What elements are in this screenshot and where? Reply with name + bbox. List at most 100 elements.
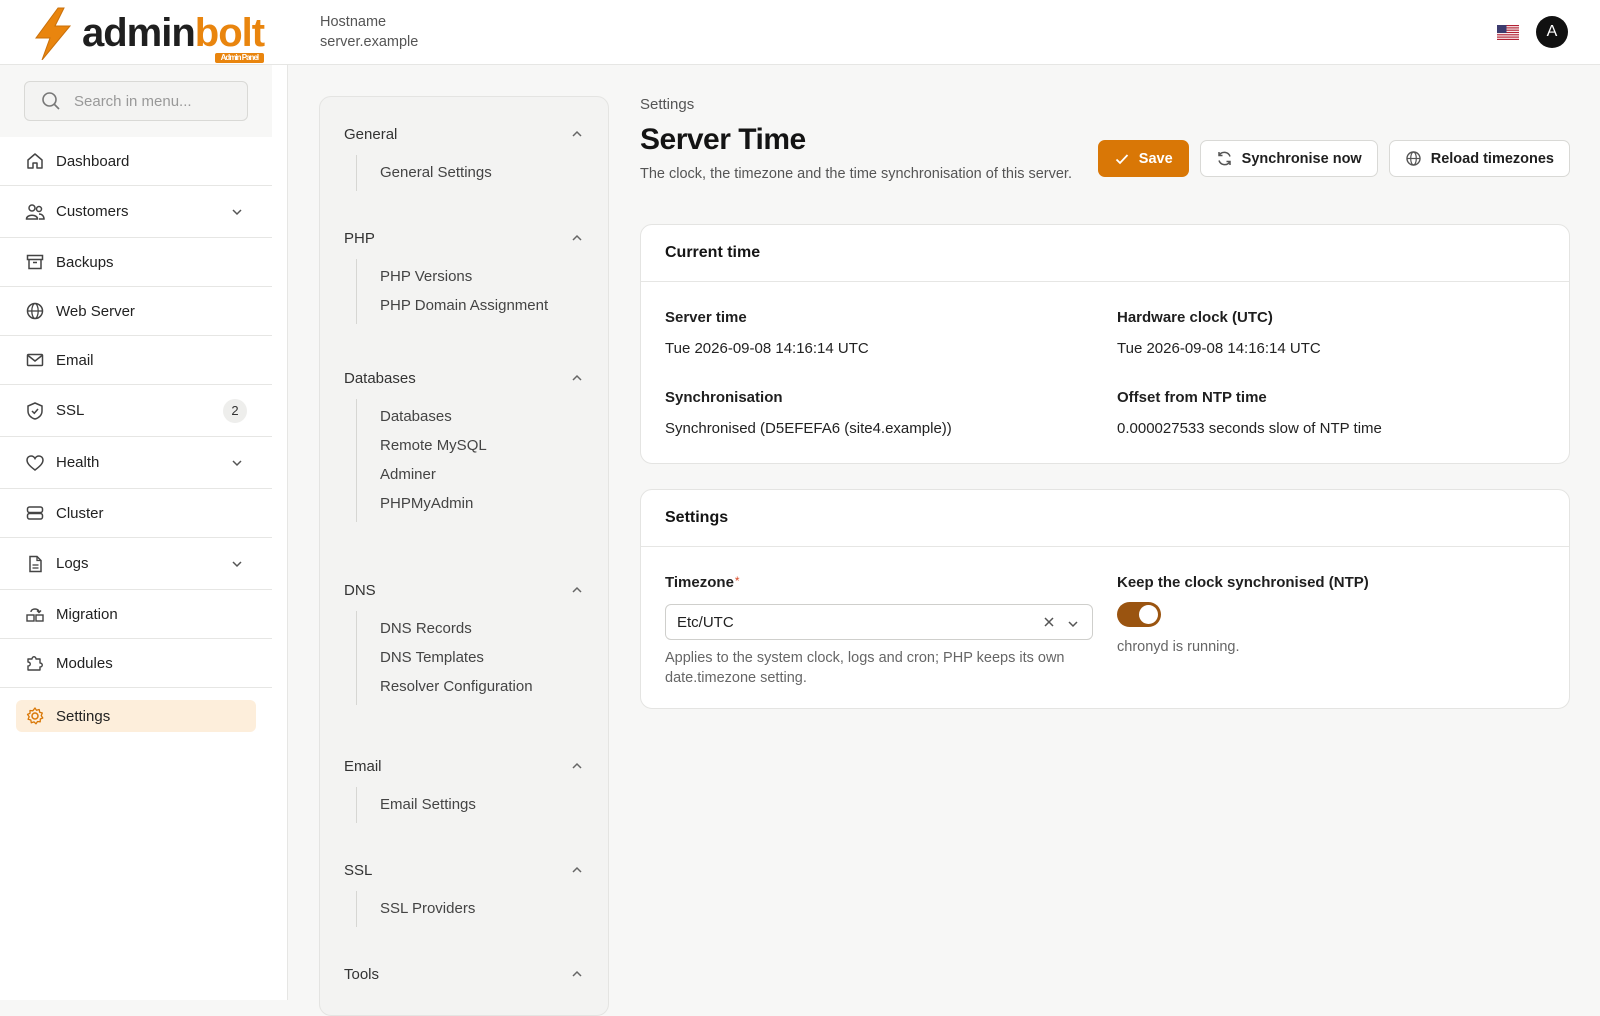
avatar[interactable]: A [1536, 16, 1568, 48]
reload-timezones-button[interactable]: Reload timezones [1388, 140, 1570, 177]
home-icon [27, 153, 43, 169]
subnav-group-ssl: SSL SSL Providers [344, 859, 584, 927]
required-marker: * [734, 574, 740, 588]
timezone-label-row: Timezone* [665, 574, 740, 591]
subnav-group-email: Email Email Settings [344, 755, 584, 823]
subnav-group-header[interactable]: General [344, 123, 584, 145]
logo[interactable]: adminbolt Admin Panel [30, 6, 265, 63]
sidebar-item-dashboard[interactable]: Dashboard [0, 137, 272, 186]
ntp-label: Keep the clock synchronised (NTP) [1117, 574, 1369, 591]
chevron-up-icon [572, 970, 582, 977]
search-icon [42, 92, 60, 110]
chevron-down-icon [232, 208, 242, 215]
sidebar-item-label: Dashboard [56, 152, 130, 170]
ssl-count-badge: 2 [223, 398, 247, 423]
subnav-group-items: Databases Remote MySQL Adminer PHPMyAdmi… [356, 399, 584, 522]
subnav-item[interactable]: SSL Providers [380, 891, 584, 927]
chevron-down-icon[interactable] [1066, 617, 1080, 631]
clear-icon[interactable] [1042, 615, 1056, 629]
sidebar-item-web-server[interactable]: Web Server [0, 287, 272, 336]
subnav-item[interactable]: PHPMyAdmin [380, 486, 584, 522]
chevron-up-icon [572, 586, 582, 593]
subnav-item[interactable]: Email Settings [380, 787, 584, 823]
subnav-group-dns: DNS DNS Records DNS Templates Resolver C… [344, 579, 584, 705]
subnav-item[interactable]: PHP Domain Assignment [380, 288, 584, 324]
save-button-label: Save [1138, 150, 1173, 167]
field-label: Server time [665, 309, 747, 326]
sidebar-item-label: Customers [56, 203, 129, 220]
timezone-select-value: Etc/UTC [677, 613, 734, 631]
search-input[interactable]: Search in menu... [24, 81, 248, 121]
subnav-group-title: Databases [344, 369, 416, 387]
timezone-select[interactable]: Etc/UTC [665, 604, 1093, 640]
sidebar-item-cluster[interactable]: Cluster [0, 489, 272, 538]
page-actions: Save Synchronise now Reload timezones [1097, 140, 1570, 177]
server-time-field: Server time Tue 2026-09-08 14:16:14 UTC [665, 309, 869, 357]
field-value: Tue 2026-09-08 14:16:14 UTC [665, 340, 869, 357]
puzzle-icon [27, 656, 43, 671]
sidebar-item-email[interactable]: Email [0, 336, 272, 385]
sidebar: Search in menu... Dashboard Customers Ba… [0, 65, 288, 1000]
breadcrumb[interactable]: Settings [640, 96, 1570, 113]
sidebar-item-modules[interactable]: Modules [0, 639, 272, 688]
globe-icon [26, 302, 44, 320]
subnav-item[interactable]: General Settings [380, 155, 584, 191]
subnav-group-header[interactable]: PHP [344, 227, 584, 249]
main-content: Settings Server Time The clock, the time… [640, 96, 1570, 709]
us-flag-icon[interactable] [1497, 25, 1519, 40]
subnav-group-title: PHP [344, 229, 375, 247]
check-icon [1115, 153, 1128, 164]
subnav-group-general: General General Settings [344, 123, 584, 191]
sidebar-item-health[interactable]: Health [0, 437, 272, 489]
shield-check-icon [27, 401, 43, 420]
sidebar-item-logs[interactable]: Logs [0, 538, 272, 590]
settings-card: Settings Timezone* Etc/UTC Applies to th… [640, 489, 1570, 709]
sidebar-nav: Dashboard Customers Backups Web Server E… [0, 137, 272, 738]
current-time-card: Current time Server time Tue 2026-09-08 … [640, 224, 1570, 464]
subnav-group-header[interactable]: Databases [344, 367, 584, 389]
chevron-down-icon [232, 560, 242, 567]
chevron-up-icon [572, 866, 582, 873]
ntp-status-note: chronyd is running. [1117, 639, 1240, 655]
card-heading: Settings [641, 490, 1569, 547]
sidebar-item-label: Web Server [56, 302, 135, 320]
synchronisation-field: Synchronisation Synchronised (D5EFEFA6 (… [665, 389, 952, 437]
logo-text-admin: admin [82, 11, 196, 55]
subnav-group-header[interactable]: Email [344, 755, 584, 777]
hardware-clock-field: Hardware clock (UTC) Tue 2026-09-08 14:1… [1117, 309, 1321, 357]
hostname-label: Hostname [320, 14, 387, 30]
reload-timezones-label: Reload timezones [1430, 150, 1554, 167]
subnav-group-tools: Tools [344, 963, 584, 985]
timezone-help-text: Applies to the system clock, logs and cr… [665, 650, 1065, 686]
sidebar-item-label: Email [56, 351, 94, 369]
timezone-label: Timezone [665, 574, 734, 591]
subnav-group-header[interactable]: SSL [344, 859, 584, 881]
sidebar-item-settings[interactable]: Settings [0, 694, 272, 738]
sidebar-item-ssl[interactable]: SSL 2 [0, 385, 272, 437]
ntp-label-row: Keep the clock synchronised (NTP) [1117, 574, 1369, 591]
save-button[interactable]: Save [1097, 140, 1189, 177]
heart-icon [26, 454, 44, 471]
subnav-group-php: PHP PHP Versions PHP Domain Assignment [344, 227, 584, 324]
subnav-item[interactable]: Resolver Configuration [380, 669, 584, 705]
sidebar-item-label: Backups [56, 253, 114, 271]
card-heading: Current time [641, 225, 1569, 282]
subnav-group-header[interactable]: DNS [344, 579, 584, 601]
settings-subnav: General General Settings PHP PHP Version… [319, 96, 609, 1016]
sidebar-item-customers[interactable]: Customers [0, 186, 272, 238]
sidebar-item-label: Cluster [56, 504, 104, 522]
hostname-block: Hostname server.example [320, 12, 418, 52]
sidebar-item-migration[interactable]: Migration [0, 590, 272, 639]
subnav-group-header[interactable]: Tools [344, 963, 584, 985]
migration-icon [26, 608, 44, 622]
field-label: Offset from NTP time [1117, 389, 1267, 406]
gear-icon [26, 707, 44, 725]
subnav-group-items: Email Settings [356, 787, 584, 823]
ntp-toggle[interactable] [1117, 602, 1161, 627]
globe-icon [1406, 151, 1421, 166]
hostname-value: server.example [320, 34, 419, 50]
sidebar-item-backups[interactable]: Backups [0, 238, 272, 287]
archive-icon [26, 254, 44, 270]
envelope-icon [26, 353, 44, 367]
synchronise-now-button[interactable]: Synchronise now [1199, 140, 1378, 177]
